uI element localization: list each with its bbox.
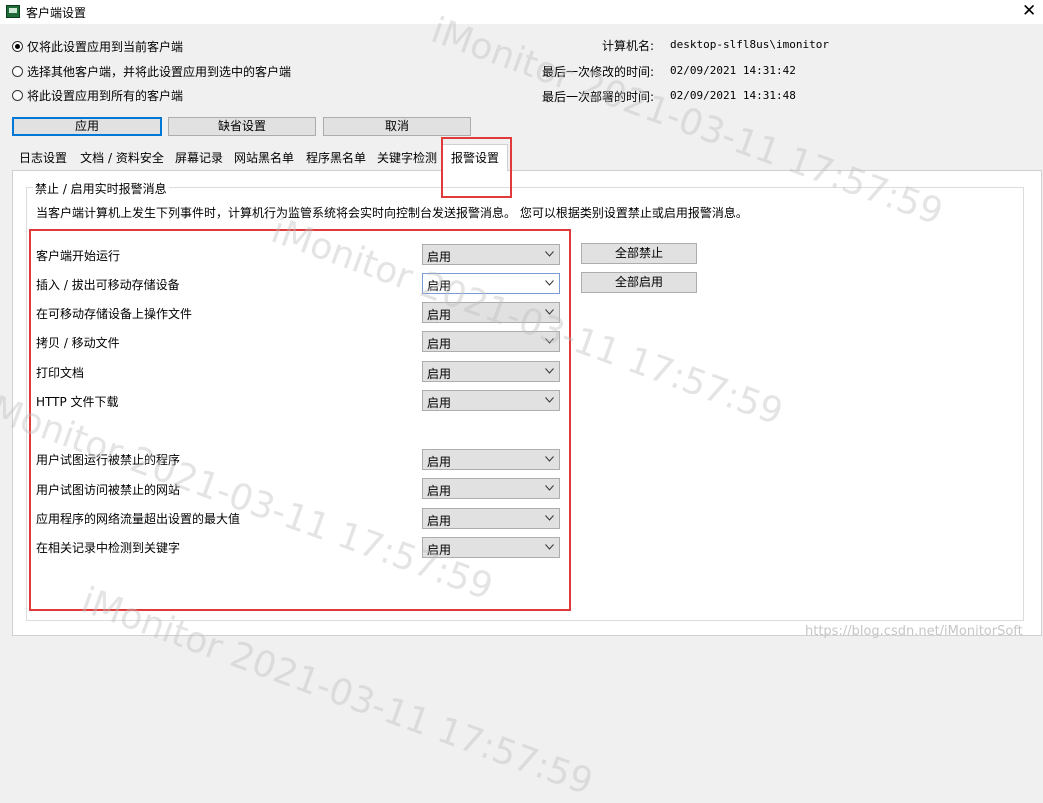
group-description: 当客户端计算机上发生下列事件时，计算机行为监管系统将会实时向控制台发送报警消息。… [36,206,748,220]
title-bar: 客户端设置 ✕ [0,0,1043,24]
enable-all-button[interactable]: 全部启用 [581,272,697,293]
deployed-time-label: 最后一次部署的时间: [541,90,654,104]
tab-document-security[interactable]: 文档 / 资料安全 [74,148,171,169]
computer-name-value: desktop-slfl8us\imonitor [670,38,829,51]
radio-icon[interactable] [12,65,23,77]
radio-icon[interactable] [12,40,23,52]
tab-keyword-detection[interactable]: 关键字检测 [372,148,443,169]
scope-all-option[interactable]: 将此设置应用到所有的客户端 [12,87,183,103]
scope-current-label: 仅将此设置应用到当前客户端 [27,39,184,54]
radio-icon[interactable] [12,89,23,101]
alert-list-highlight [29,229,571,611]
defaults-button[interactable]: 缺省设置 [168,117,316,136]
window-title: 客户端设置 [26,6,87,20]
close-icon[interactable]: ✕ [1022,1,1036,21]
group-title: 禁止 / 启用实时报警消息 [33,180,169,197]
scope-selected-label: 选择其他客户端，并将此设置应用到选中的客户端 [27,64,292,79]
scope-current-option[interactable]: 仅将此设置应用到当前客户端 [12,38,183,54]
tab-website-blacklist[interactable]: 网站黑名单 [228,148,301,169]
modified-time-value: 02/09/2021 14:31:42 [670,64,796,77]
scope-selected-option[interactable]: 选择其他客户端，并将此设置应用到选中的客户端 [12,63,291,79]
disable-all-button[interactable]: 全部禁止 [581,243,697,264]
deployed-time-value: 02/09/2021 14:31:48 [670,89,796,102]
modified-time-label: 最后一次修改的时间: [541,65,654,79]
computer-name-label: 计算机名: [601,39,654,53]
watermark-url: https://blog.csdn.net/iMonitorSoft [805,624,1023,639]
tab-screen-recording[interactable]: 屏幕记录 [170,148,229,169]
tab-log-settings[interactable]: 日志设置 [12,148,75,169]
active-tab-highlight [441,137,512,198]
cancel-button[interactable]: 取消 [323,117,471,136]
apply-button[interactable]: 应用 [12,117,162,136]
scope-all-label: 将此设置应用到所有的客户端 [27,88,184,103]
app-icon [6,5,20,18]
tab-program-blacklist[interactable]: 程序黑名单 [300,148,373,169]
